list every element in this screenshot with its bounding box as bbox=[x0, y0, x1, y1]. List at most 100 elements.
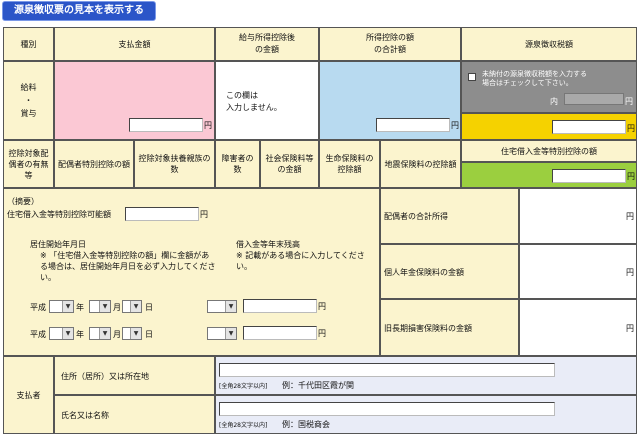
balance-select-1[interactable]: ▼ bbox=[207, 300, 237, 313]
spouse-income-label-cell: 配偶者の合計所得 bbox=[380, 188, 519, 244]
day-label: 日 bbox=[145, 330, 153, 339]
chevron-down-icon: ▼ bbox=[99, 328, 110, 339]
header-withholding: 源泉徴収税額 bbox=[461, 27, 637, 61]
housing-loan-possible-input[interactable] bbox=[125, 207, 199, 221]
address-hint: [全角28文字以内] bbox=[219, 383, 268, 390]
pension-label-cell: 個人年金保険料の金額 bbox=[380, 244, 519, 299]
header-type: 種別 bbox=[3, 27, 54, 61]
dependents-cell: 控除対象扶養親族の数 bbox=[134, 140, 215, 188]
year-select-2[interactable]: ▼ bbox=[49, 327, 74, 340]
housing-loan-label: 住宅借入金等特別控除の額 bbox=[501, 146, 597, 156]
day-label: 日 bbox=[145, 303, 153, 312]
no-input-note: この欄は 入力しません。 bbox=[226, 91, 282, 112]
payer-label: 支払者 bbox=[16, 390, 41, 400]
header-payment-label: 支払金額 bbox=[118, 39, 151, 49]
pension-cell: 円 bbox=[519, 244, 637, 299]
unpaid-cell: 未納付の源泉徴収税額を入力する 場合はチェックして下さい。 内 円 bbox=[461, 61, 637, 113]
pension-insurance-label: 個人年金保険料の金額 bbox=[384, 268, 464, 277]
housing-loan-input[interactable] bbox=[552, 169, 626, 183]
header-deduction-total: 所得控除の額 の合計額 bbox=[319, 27, 461, 61]
yen-label: 円 bbox=[626, 268, 634, 277]
year-select-1[interactable]: ▼ bbox=[49, 300, 74, 313]
disabled-label: 障害者の数 bbox=[221, 154, 254, 174]
chevron-down-icon: ▼ bbox=[225, 328, 236, 339]
yen-label: 円 bbox=[627, 124, 635, 133]
long-term-insurance-label: 旧長期損害保険料の金額 bbox=[384, 324, 472, 333]
unpaid-checkbox-label: 未納付の源泉徴収税額を入力する 場合はチェックして下さい。 bbox=[482, 70, 587, 87]
balance-input-1[interactable] bbox=[243, 299, 317, 313]
social-insurance-label: 社会保険料等の金額 bbox=[265, 154, 314, 174]
spouse-income-label: 配偶者の合計所得 bbox=[384, 212, 448, 221]
life-insurance-label: 生命保険料の控除額 bbox=[325, 154, 374, 174]
disabled-cell: 障害者の数 bbox=[215, 140, 260, 188]
earthquake-label: 地震保険料の控除額 bbox=[384, 159, 457, 169]
header-payment: 支払金額 bbox=[54, 27, 215, 61]
month-select-1[interactable]: ▼ bbox=[89, 300, 111, 313]
unpaid-input bbox=[564, 93, 624, 105]
salary-label-cell: 給料 ・ 賞与 bbox=[3, 61, 54, 140]
yen-label: 円 bbox=[626, 212, 634, 221]
dependents-label: 控除対象扶養親族の数 bbox=[138, 154, 211, 174]
month-select-2[interactable]: ▼ bbox=[89, 327, 111, 340]
earthquake-cell: 地震保険料の控除額 bbox=[380, 140, 461, 188]
address-label-cell: 住所（居所）又は所在地 bbox=[54, 356, 215, 395]
payment-input[interactable] bbox=[129, 118, 203, 132]
spouse-special-label: 配偶者特別控除の額 bbox=[58, 159, 130, 169]
unpaid-checkbox[interactable] bbox=[468, 73, 476, 81]
header-deduction-total-label: 所得控除の額 の合計額 bbox=[366, 33, 414, 54]
era-label: 平成 bbox=[30, 330, 46, 339]
residence-start-note: ※ 「住宅借入金等特別控除の額」欄に金額がある場合は、居住開始年月日を必ず入力し… bbox=[40, 251, 216, 282]
yen-label: 円 bbox=[204, 121, 212, 130]
yen-label: 円 bbox=[625, 97, 633, 106]
yen-label: 円 bbox=[318, 302, 326, 311]
month-label: 月 bbox=[113, 330, 121, 339]
year-label: 年 bbox=[76, 303, 84, 312]
balance-input-2[interactable] bbox=[243, 326, 317, 340]
chevron-down-icon: ▼ bbox=[62, 328, 73, 339]
yen-label: 円 bbox=[200, 210, 208, 219]
spouse-special-cell: 配偶者特別控除の額 bbox=[54, 140, 134, 188]
salary-label: 給料 ・ 賞与 bbox=[20, 83, 37, 118]
name-hint: [全角28文字以内] bbox=[219, 422, 268, 429]
yen-label: 円 bbox=[626, 324, 634, 333]
withholding-input[interactable] bbox=[552, 120, 626, 134]
show-sample-button[interactable]: 源泉徴収票の見本を表示する bbox=[2, 1, 156, 21]
spouse-cell: 控除対象配偶者の有無等 bbox=[3, 140, 54, 188]
yen-label: 円 bbox=[451, 121, 459, 130]
loan-balance-title: 借入金等年末残高 bbox=[236, 240, 300, 249]
address-label: 住所（居所）又は所在地 bbox=[61, 372, 149, 381]
housing-loan-possible-label: 住宅借入金等特別控除可能額 bbox=[7, 210, 111, 219]
day-select-1[interactable]: ▼ bbox=[122, 300, 142, 313]
memo-area: （摘要） 住宅借入金等特別控除可能額 円 居住開始年月日 ※ 「住宅借入金等特別… bbox=[3, 188, 380, 356]
inner-label: 内 bbox=[550, 97, 558, 106]
deduction-total-input[interactable] bbox=[376, 118, 450, 132]
withholding-cell: 円 bbox=[461, 113, 637, 140]
memo-label: （摘要） bbox=[7, 197, 39, 206]
name-example: 例：国税商会 bbox=[282, 420, 330, 429]
loan-balance-note: ※ 記載がある場合に入力してください。 bbox=[236, 251, 365, 271]
header-type-label: 種別 bbox=[20, 39, 37, 49]
payment-cell: 円 bbox=[54, 61, 215, 140]
balance-select-2[interactable]: ▼ bbox=[207, 327, 237, 340]
name-input[interactable] bbox=[219, 402, 555, 416]
name-label: 氏名又は名称 bbox=[61, 411, 109, 420]
name-label-cell: 氏名又は名称 bbox=[54, 395, 215, 434]
day-select-2[interactable]: ▼ bbox=[122, 327, 142, 340]
chevron-down-icon: ▼ bbox=[62, 301, 73, 312]
housing-loan-cell: 円 bbox=[461, 162, 637, 188]
social-insurance-cell: 社会保険料等の金額 bbox=[260, 140, 319, 188]
address-input[interactable] bbox=[219, 363, 555, 377]
yen-label: 円 bbox=[627, 172, 635, 181]
yen-label: 円 bbox=[318, 329, 326, 338]
housing-loan-header: 住宅借入金等特別控除の額 bbox=[461, 140, 637, 162]
payer-label-cell: 支払者 bbox=[3, 356, 54, 434]
spouse-income-cell: 円 bbox=[519, 188, 637, 244]
chevron-down-icon: ▼ bbox=[225, 301, 236, 312]
address-cell: [全角28文字以内] 例：千代田区霞が関 bbox=[215, 356, 637, 395]
month-label: 月 bbox=[113, 303, 121, 312]
era-label: 平成 bbox=[30, 303, 46, 312]
year-label: 年 bbox=[76, 330, 84, 339]
long-term-label-cell: 旧長期損害保険料の金額 bbox=[380, 299, 519, 356]
chevron-down-icon: ▼ bbox=[130, 301, 141, 312]
name-cell: [全角28文字以内] 例：国税商会 bbox=[215, 395, 637, 434]
